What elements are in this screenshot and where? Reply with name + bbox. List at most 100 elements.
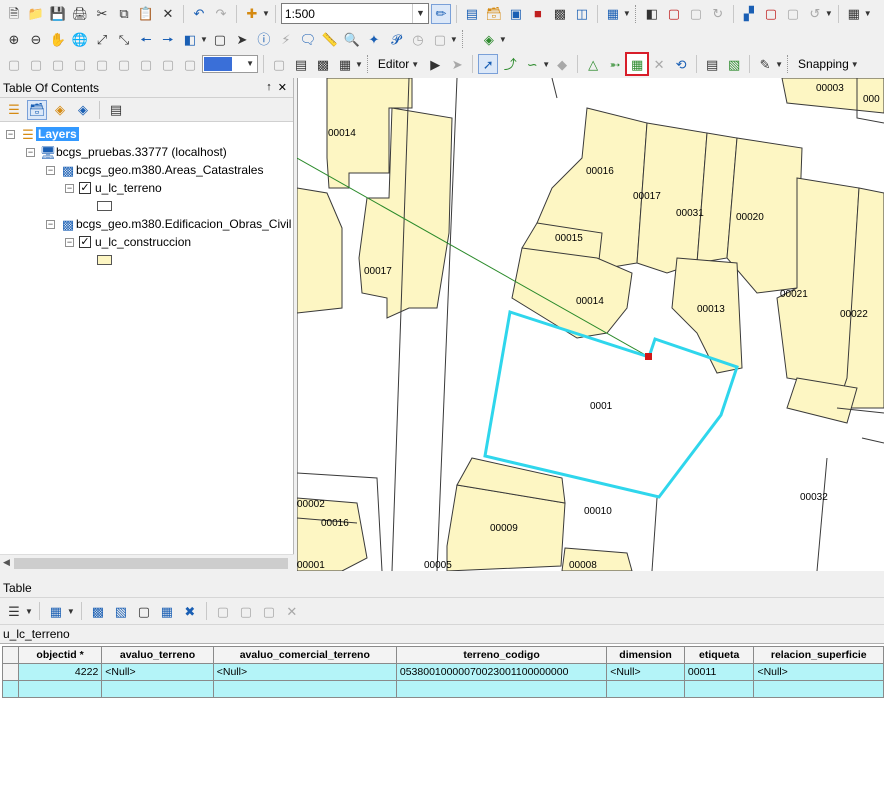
pin-icon[interactable]: ↑ — [266, 81, 272, 94]
paste-records-icon[interactable]: ▢ — [236, 601, 256, 621]
column-header-avaluo-terreno[interactable]: avaluo_terreno — [101, 646, 214, 664]
options-icon[interactable]: ▤ — [106, 100, 126, 120]
editor-menu-button[interactable]: Editor ▼ — [374, 54, 423, 74]
create-features-icon[interactable]: ✎ — [755, 54, 775, 74]
dropdown-icon[interactable]: ▼ — [200, 35, 208, 44]
print-icon[interactable]: 🖨 — [70, 4, 90, 24]
layer-node-construccion[interactable]: − ✓ u_lc_construccion — [65, 233, 191, 251]
flip-icon[interactable]: ▢ — [783, 4, 803, 24]
paste-icon[interactable]: 📋 — [136, 4, 156, 24]
toolbar-grip[interactable] — [634, 4, 638, 23]
copy-records-icon[interactable]: ▢ — [213, 601, 233, 621]
group-node-edificacion[interactable]: − ▩ bcgs_geo.m380.Edificacion_Obras_Civi… — [46, 215, 291, 233]
cell-avaluo-comercial[interactable]: <Null> — [212, 663, 397, 681]
find-binoculars-icon[interactable]: 🔍 — [342, 29, 362, 49]
clear-selection-icon[interactable]: ▢ — [664, 4, 684, 24]
fixed-zoom-out-icon[interactable]: ⤡ — [114, 29, 134, 49]
dropdown-icon[interactable]: ▼ — [623, 9, 631, 18]
trace-icon[interactable]: ∽ — [522, 54, 542, 74]
layer-visibility-checkbox[interactable]: ✓ — [79, 182, 91, 194]
selected-vertex-marker[interactable] — [645, 353, 652, 360]
delete-selected-icon[interactable]: ✖ — [180, 601, 200, 621]
layout-page-icon[interactable]: ▢ — [158, 54, 178, 74]
new-document-icon[interactable]: 🗎 — [4, 4, 24, 24]
parcel-00017-b-left[interactable] — [297, 187, 343, 314]
rotate-tool-icon[interactable]: ⟲ — [671, 54, 691, 74]
catalog-window-icon[interactable]: 🗃 — [484, 4, 504, 24]
collapse-icon[interactable]: − — [26, 147, 35, 157]
cut-icon[interactable]: ✂ — [92, 4, 112, 24]
cell-empty[interactable] — [753, 680, 884, 698]
zoom-to-selection-icon[interactable]: ▢ — [686, 4, 706, 24]
map-scale-combo[interactable]: 1:500 ▼ — [280, 3, 429, 24]
column-header-etiqueta[interactable]: etiqueta — [683, 646, 755, 664]
cell-empty[interactable] — [212, 680, 397, 698]
layers-label[interactable]: Layers — [36, 127, 79, 141]
find-route-icon[interactable]: ✦ — [364, 29, 384, 49]
add-data-dropdown-icon[interactable]: ▼ — [262, 9, 270, 18]
edit-vertices-icon[interactable]: △ — [583, 54, 603, 74]
list-by-visibility-icon[interactable]: ◈ — [50, 100, 70, 120]
row-selector[interactable] — [2, 680, 19, 698]
collapse-icon[interactable]: − — [6, 129, 15, 139]
snap-icon[interactable]: ▢ — [4, 54, 24, 74]
copy-icon[interactable]: ⧉ — [114, 4, 134, 24]
straight-segment-icon[interactable]: ➚ — [478, 54, 499, 74]
attributes-icon[interactable]: ▤ — [702, 54, 722, 74]
layer-tools-icon[interactable]: ◈ — [479, 29, 499, 49]
group-node-areas[interactable]: − ▩ bcgs_geo.m380.Areas_Catastrales — [46, 161, 263, 179]
go-forward-icon[interactable]: 🠖 — [158, 29, 178, 49]
cell-empty[interactable] — [395, 680, 608, 698]
select-by-attributes-icon[interactable]: ▩ — [88, 601, 108, 621]
create-viewer-icon[interactable]: ▢ — [430, 29, 450, 49]
open-folder-icon[interactable]: 📁 — [26, 4, 46, 24]
map-view[interactable]: 00014 00003 000 00016 00017 00031 00020 … — [297, 78, 884, 571]
new-record-row[interactable] — [2, 680, 884, 698]
row-selector[interactable] — [2, 663, 19, 681]
chevron-down-icon[interactable]: ▼ — [411, 4, 428, 23]
dropdown-icon[interactable]: ▼ — [67, 607, 75, 616]
undo-icon[interactable]: ↶ — [189, 4, 209, 24]
collapse-icon[interactable]: − — [65, 183, 74, 193]
full-extent-globe-icon[interactable]: 🌐 — [70, 29, 90, 49]
dropdown-icon[interactable]: ▼ — [825, 9, 833, 18]
python-window-icon[interactable]: ▩ — [550, 4, 570, 24]
cell-dimension[interactable]: <Null> — [606, 663, 685, 681]
dropdown-icon[interactable]: ▼ — [864, 9, 872, 18]
column-header-dimension[interactable]: dimension — [606, 646, 685, 664]
cell-empty[interactable] — [17, 680, 103, 698]
identify-icon[interactable]: ⓘ — [254, 29, 274, 49]
hyperlink-icon[interactable]: ⚡ — [276, 29, 296, 49]
toc-horizontal-scrollbar[interactable]: ◀ — [0, 554, 294, 571]
select-features-icon[interactable]: ▦ — [603, 4, 623, 24]
layout-zoom-combo[interactable]: ▼ — [202, 55, 258, 73]
georeference-icon[interactable]: ▞ — [739, 4, 759, 24]
save-icon[interactable]: 💾 — [48, 4, 68, 24]
table-tab[interactable]: u_lc_terreno — [0, 624, 884, 644]
layer-visibility-checkbox[interactable]: ✓ — [79, 236, 91, 248]
cell-relacion-superficie[interactable]: <Null> — [753, 663, 884, 681]
model-builder-icon[interactable]: ◫ — [572, 4, 592, 24]
layout-view-icon[interactable]: ◧ — [642, 4, 662, 24]
go-to-xy-icon[interactable]: 𝓟 — [386, 29, 406, 49]
topology-map-icon[interactable]: ▢ — [136, 54, 156, 74]
time-slider-icon[interactable]: ◷ — [408, 29, 428, 49]
cell-empty[interactable] — [683, 680, 755, 698]
arctoolbox-icon[interactable]: ■ — [528, 4, 548, 24]
snap-end-icon[interactable]: ▢ — [70, 54, 90, 74]
column-header-terreno-codigo[interactable]: terreno_codigo — [395, 646, 608, 664]
scrollbar-thumb[interactable] — [14, 558, 288, 569]
table-of-contents-window-icon[interactable]: ▤ — [462, 4, 482, 24]
delete-icon[interactable]: ✕ — [158, 4, 178, 24]
cell-empty[interactable] — [606, 680, 685, 698]
cut-polygons-icon[interactable]: ▦ — [625, 52, 650, 76]
search-window-icon[interactable]: ▣ — [506, 4, 526, 24]
delete-record-icon[interactable]: ✕ — [282, 601, 302, 621]
database-node[interactable]: − 🖥 bcgs_pruebas.33777 (localhost) — [26, 143, 227, 161]
redo-icon[interactable]: ↷ — [211, 4, 231, 24]
dropdown-icon[interactable]: ▼ — [355, 60, 363, 69]
fixed-zoom-in-icon[interactable]: ⤢ — [92, 29, 112, 49]
edit-annotation-icon[interactable]: ➤ — [447, 54, 467, 74]
table-options-icon[interactable]: ☰ — [4, 601, 24, 621]
column-header-objectid[interactable]: objectid * — [17, 646, 103, 664]
